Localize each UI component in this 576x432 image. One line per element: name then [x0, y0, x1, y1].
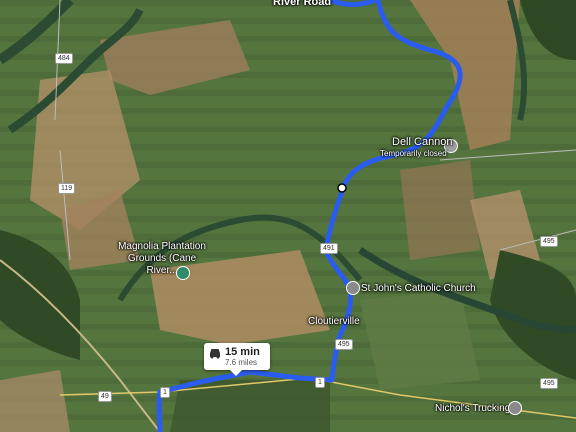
place-river-road[interactable]: River Road — [273, 0, 331, 8]
park-icon[interactable] — [176, 266, 190, 280]
field-patch — [400, 160, 480, 260]
place-cloutierville[interactable]: Cloutierville — [308, 316, 360, 328]
field-patch — [360, 290, 480, 390]
route-waypoint[interactable] — [337, 183, 347, 193]
route-distance: 7.6 miles — [225, 358, 258, 367]
place-dell-cannon-status: Temporarily closed — [380, 149, 447, 158]
shield-491: 491 — [320, 243, 338, 254]
shield-495: 495 — [540, 236, 558, 247]
field-patch — [0, 370, 70, 432]
shield-49: 49 — [98, 391, 112, 402]
shield-1: 1 — [160, 387, 170, 398]
route-info-box[interactable]: 15 min 7.6 miles — [204, 343, 270, 376]
car-icon — [210, 349, 220, 359]
place-magnolia[interactable]: Magnolia Plantation Grounds (Cane River.… — [112, 241, 212, 277]
shield-1: 1 — [315, 377, 325, 388]
shield-495: 495 — [540, 378, 558, 389]
place-st-johns[interactable]: St John's Catholic Church — [361, 283, 476, 295]
field-patch — [170, 380, 330, 432]
nichols-icon[interactable] — [508, 401, 522, 415]
place-nichols[interactable]: Nichol's Trucking — [435, 403, 510, 415]
place-dell-cannon[interactable]: Dell Cannon — [392, 136, 453, 148]
shield-119: 119 — [58, 183, 76, 194]
shield-495: 495 — [335, 339, 353, 350]
shield-484: 484 — [55, 53, 73, 64]
satellite-map[interactable] — [0, 0, 576, 432]
route-time: 15 min — [225, 346, 260, 358]
church-icon[interactable] — [346, 281, 360, 295]
